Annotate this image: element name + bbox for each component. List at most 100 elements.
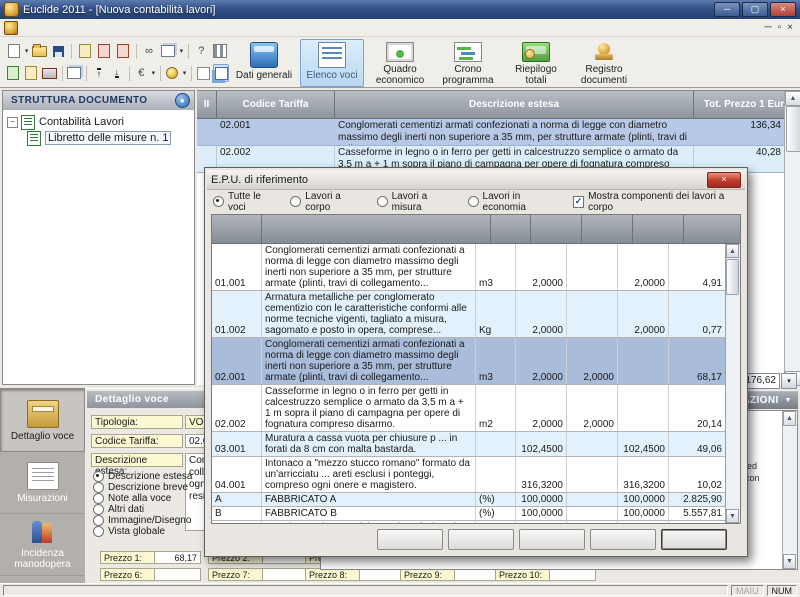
- filter-radio[interactable]: Lavori a misura: [377, 196, 454, 207]
- menu-item[interactable]: [22, 26, 36, 30]
- radio-option[interactable]: Descrizione breve: [93, 482, 192, 493]
- euro-icon[interactable]: €: [133, 64, 149, 82]
- chevron-down-icon[interactable]: ▼: [785, 397, 792, 404]
- toolbar-big-button[interactable]: Quadro economico: [368, 39, 432, 87]
- dialog-button[interactable]: [448, 529, 514, 550]
- dialog-button[interactable]: [519, 529, 585, 550]
- detail-nav-item[interactable]: Dettaglio voce: [0, 389, 85, 452]
- table-row[interactable]: 04.001 Intonaco a "mezzo stucco romano" …: [212, 457, 725, 493]
- menu-item[interactable]: [106, 26, 120, 30]
- total-dropdown-button[interactable]: ▾: [781, 373, 797, 389]
- column-header[interactable]: [531, 215, 582, 244]
- move-down-icon[interactable]: ↓: [109, 64, 125, 82]
- table-row[interactable]: 01.002 Armatura metalliche per conglomer…: [212, 291, 725, 338]
- filter-radio[interactable]: Lavori in economia: [468, 196, 559, 207]
- document-icon[interactable]: [4, 21, 18, 35]
- menu-item[interactable]: [36, 26, 50, 30]
- mdi-close-button[interactable]: ×: [787, 23, 793, 33]
- table-row[interactable]: B FABBRICATO B (%) 100,0000 100,0000 5.5…: [212, 507, 725, 521]
- prezzo-input[interactable]: [155, 568, 201, 581]
- tree-item-root[interactable]: − Contabilità Lavori: [5, 114, 192, 130]
- show-components-checkbox[interactable]: ✓Mostra componenti dei lavori a corpo: [573, 191, 739, 213]
- scroll-down-icon[interactable]: ▼: [783, 554, 796, 569]
- annotations-scrollbar[interactable]: ▲ ▼: [782, 411, 797, 569]
- paste-icon[interactable]: [115, 42, 132, 60]
- dialog-button[interactable]: [590, 529, 656, 550]
- mdi-restore-button[interactable]: ▫: [778, 23, 782, 33]
- window-switch-icon[interactable]: [160, 42, 177, 60]
- scroll-down-icon[interactable]: ▼: [726, 509, 739, 523]
- table-row[interactable]: 01.001 Conglomerati cementizi armati con…: [212, 244, 725, 291]
- collapse-icon[interactable]: −: [7, 117, 18, 128]
- help-icon[interactable]: ?: [193, 42, 210, 60]
- checkbox-tool-icon[interactable]: [196, 64, 212, 82]
- column-header-desc[interactable]: Descrizione estesa: [335, 91, 694, 119]
- scroll-up-icon[interactable]: ▲: [726, 244, 739, 258]
- columns-icon[interactable]: [212, 42, 229, 60]
- maximize-button[interactable]: ▢: [742, 2, 768, 17]
- save-icon[interactable]: [50, 42, 67, 60]
- find-icon[interactable]: ∞: [141, 42, 158, 60]
- radio-option[interactable]: Altri dati: [93, 504, 192, 515]
- minimize-button[interactable]: ─: [714, 2, 740, 17]
- table-row[interactable]: A FABBRICATO A (%) 100,0000 100,0000 2.8…: [212, 493, 725, 507]
- menu-item[interactable]: [64, 26, 78, 30]
- mdi-minimize-button[interactable]: ─: [765, 23, 772, 33]
- column-header[interactable]: [491, 215, 531, 244]
- import-icon[interactable]: [5, 64, 21, 82]
- radio-option[interactable]: Note alla voce: [93, 493, 192, 504]
- column-header[interactable]: [684, 215, 740, 244]
- table-row[interactable]: 02.002 Casseforme in legno o in ferro pe…: [212, 385, 725, 432]
- column-header[interactable]: [262, 215, 491, 244]
- table-row[interactable]: 02.001 Conglomerati cementizi armati con…: [197, 119, 784, 146]
- open-icon[interactable]: [31, 42, 48, 60]
- scroll-thumb[interactable]: [726, 259, 739, 295]
- pin-icon[interactable]: ●: [175, 93, 190, 108]
- close-button[interactable]: ×: [770, 2, 796, 17]
- dialog-button[interactable]: [377, 529, 443, 550]
- menu-item[interactable]: [78, 26, 92, 30]
- table-row[interactable]: 02.001 Conglomerati cementizi armati con…: [212, 338, 725, 385]
- print-icon[interactable]: [41, 64, 58, 82]
- column-header-code[interactable]: Codice Tariffa: [217, 91, 335, 119]
- detail-nav-item[interactable]: Misurazioni: [0, 452, 85, 514]
- menu-item[interactable]: [50, 26, 64, 30]
- lamp-dropdown-icon[interactable]: ▾: [181, 69, 187, 77]
- prezzo-input[interactable]: 68,17: [155, 551, 201, 564]
- filter-radio[interactable]: Lavori a corpo: [290, 196, 362, 207]
- filter-radio[interactable]: Tutte le voci: [213, 196, 276, 207]
- window-dropdown-icon[interactable]: ▾: [178, 47, 185, 55]
- dialog-title-bar[interactable]: E.P.U. di riferimento ×: [207, 170, 745, 190]
- toolbar-big-button[interactable]: Registro documenti: [572, 39, 636, 87]
- new-dropdown-icon[interactable]: ▾: [23, 47, 30, 55]
- move-up-icon[interactable]: ↑: [91, 64, 107, 82]
- euro-dropdown-icon[interactable]: ▾: [150, 69, 156, 77]
- attach-icon[interactable]: [76, 42, 93, 60]
- scroll-up-icon[interactable]: ▲: [785, 91, 800, 106]
- dialog-button[interactable]: [661, 529, 727, 550]
- tree-item-child[interactable]: Libretto delle misure n. 1: [5, 130, 192, 146]
- scroll-thumb[interactable]: [786, 106, 800, 152]
- toolbar-big-button[interactable]: Elenco voci: [300, 39, 364, 87]
- duplicate-icon[interactable]: [66, 64, 82, 82]
- radio-option[interactable]: Descrizione estesa: [93, 471, 192, 482]
- vertical-scrollbar[interactable]: ▲ ▼: [784, 91, 800, 386]
- lamp-icon[interactable]: [164, 64, 180, 82]
- copy-icon[interactable]: [95, 42, 112, 60]
- column-header[interactable]: [582, 215, 633, 244]
- menu-item[interactable]: [92, 26, 106, 30]
- export-icon[interactable]: [23, 64, 39, 82]
- toolbar-big-button[interactable]: Dati generali: [232, 39, 296, 87]
- layers-tool-icon[interactable]: [213, 64, 229, 82]
- table-row[interactable]: 03.001 Muratura a cassa vuota per chiusu…: [212, 432, 725, 457]
- column-header-num[interactable]: II: [197, 91, 217, 119]
- dialog-scrollbar[interactable]: ▲ ▼: [725, 244, 740, 523]
- dialog-close-button[interactable]: ×: [707, 172, 741, 188]
- toolbar-big-button[interactable]: Crono programma: [436, 39, 500, 87]
- scroll-up-icon[interactable]: ▲: [783, 411, 796, 426]
- radio-option[interactable]: Vista globale: [93, 526, 192, 537]
- column-header[interactable]: [633, 215, 684, 244]
- radio-option[interactable]: Immagine/Disegno: [93, 515, 192, 526]
- toolbar-big-button[interactable]: Riepilogo totali: [504, 39, 568, 87]
- prezzo-input[interactable]: [263, 568, 309, 581]
